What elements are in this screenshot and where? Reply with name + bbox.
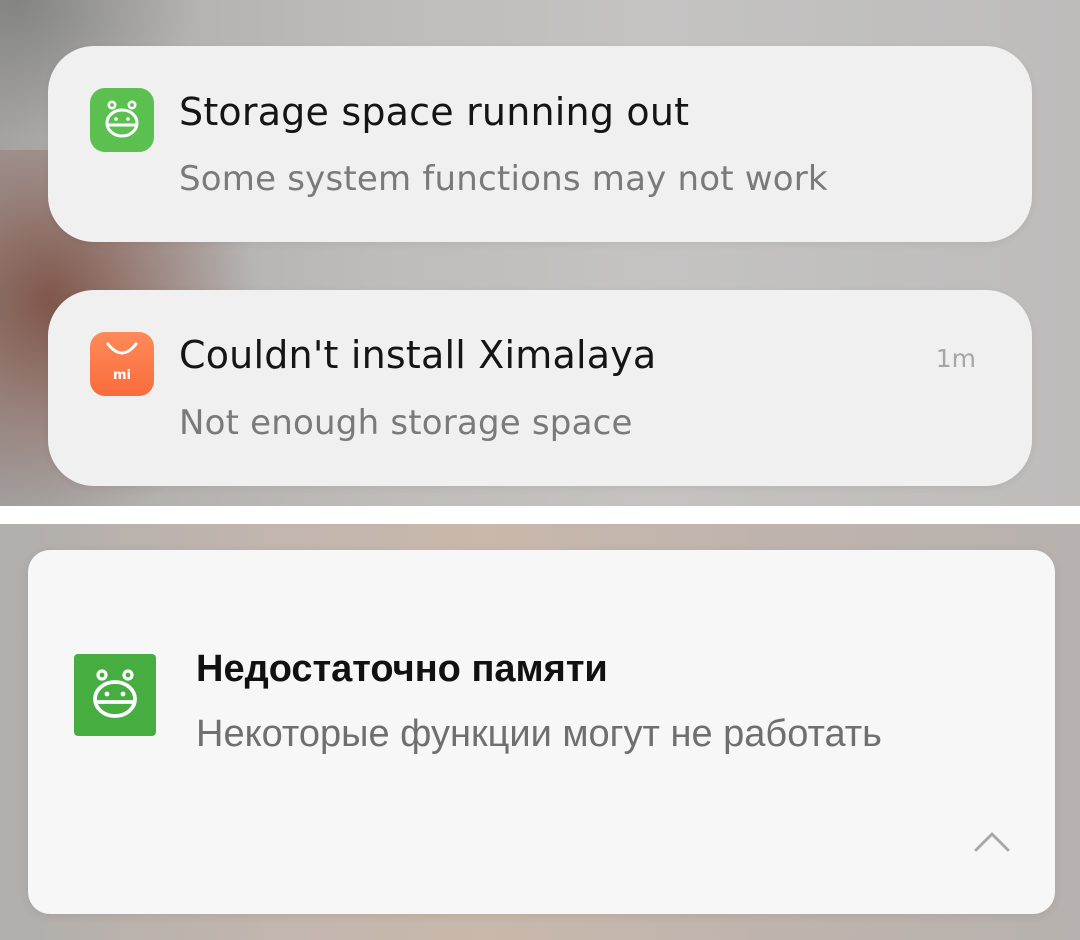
notification-storage-running-out[interactable]: Storage space running out Some system fu… [48,46,1032,242]
notification-text: Not enough storage space [179,403,633,443]
notification-text: Некоторые функции могут не работать [196,713,882,755]
security-app-robot-icon [74,654,156,736]
notification-title: Couldn't install Ximalaya [179,333,657,377]
notification-install-failed[interactable]: mi Couldn't install Ximalaya 1m Not enou… [48,290,1032,486]
notification-title: Storage space running out [179,90,690,134]
mi-logo-text: mi [113,368,131,383]
image-divider [0,506,1080,524]
notification-text: Some system functions may not work [179,159,828,199]
mi-app-store-bag-icon: mi [90,332,154,396]
notification-shade-english: Storage space running out Some system fu… [0,0,1080,506]
chevron-up-icon[interactable] [970,820,1014,864]
notification-title: Недостаточно памяти [196,648,608,690]
security-app-robot-icon [90,88,154,152]
notification-time: 1m [935,344,976,373]
notification-low-memory[interactable]: Недостаточно памяти Некоторые функции мо… [28,550,1055,914]
notification-shade-russian: Недостаточно памяти Некоторые функции мо… [0,524,1080,940]
